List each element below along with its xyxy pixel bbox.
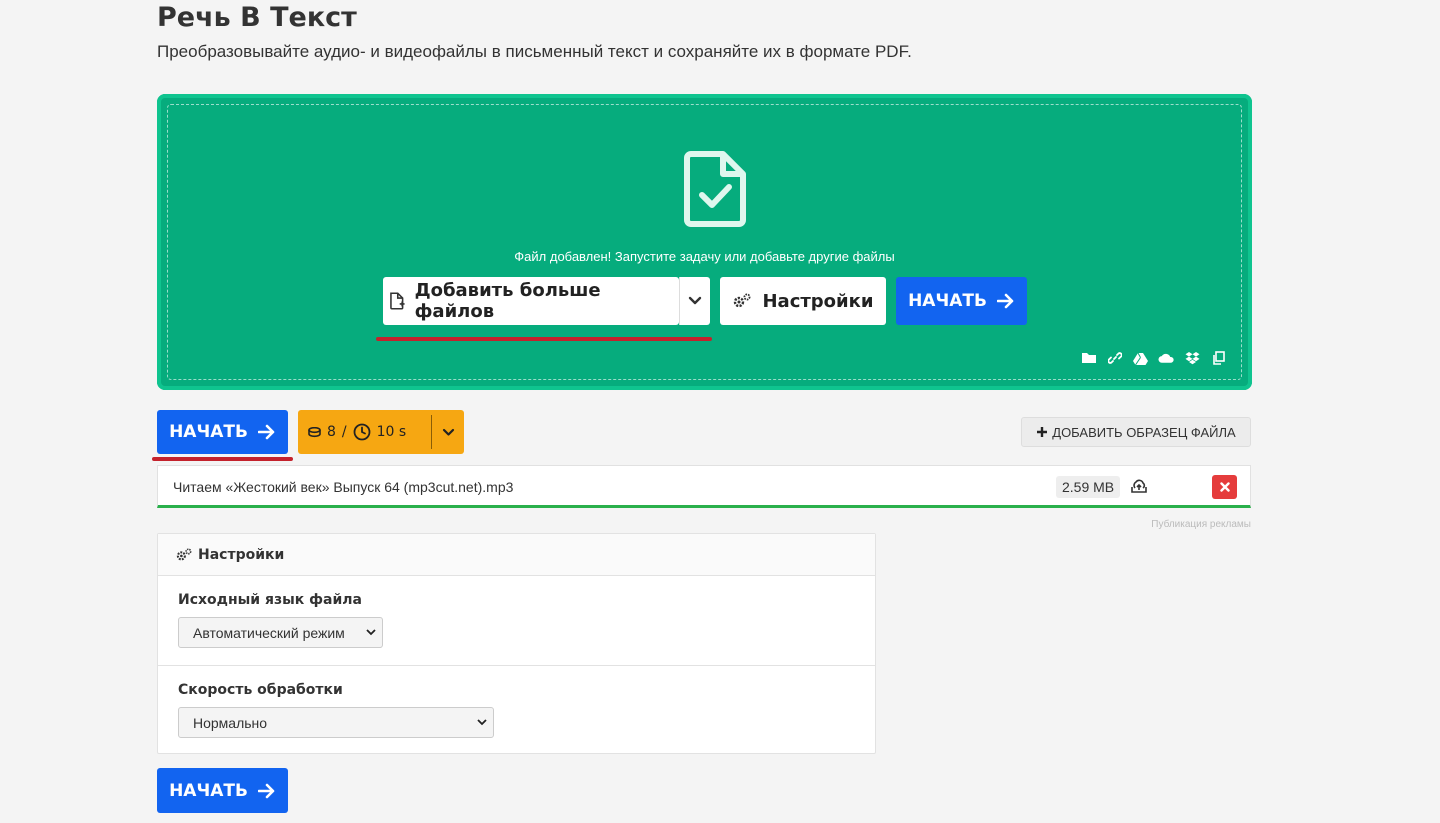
clipboard-icon[interactable] (1210, 351, 1227, 365)
start-button-main[interactable]: НАЧАТЬ (157, 410, 288, 454)
plus-icon (1037, 427, 1048, 437)
gears-icon (176, 547, 192, 560)
settings-panel: Настройки Исходный язык файла Автоматиче… (157, 533, 876, 754)
add-sample-file-button[interactable]: ДОБАВИТЬ ОБРАЗЕЦ ФАЙЛА (1021, 417, 1251, 447)
language-select[interactable]: Автоматический режим (178, 617, 383, 648)
start-button-label: НАЧАТЬ (169, 422, 248, 442)
chevron-down-icon (366, 629, 376, 636)
settings-button-label: Настройки (762, 290, 874, 312)
settings-panel-title: Настройки (198, 546, 285, 563)
page-title: Речь В Текст (157, 2, 357, 33)
dropzone-border: Файл добавлен! Запустите задачу или доба… (167, 104, 1242, 380)
arrow-right-icon (257, 424, 275, 440)
start-button-label: НАЧАТЬ (908, 291, 987, 311)
credits-info: 8 / 10 s (298, 423, 431, 441)
add-sample-label: ДОБАВИТЬ ОБРАЗЕЦ ФАЙЛА (1052, 424, 1236, 440)
chevron-down-icon (477, 719, 487, 726)
settings-button[interactable]: Настройки (720, 277, 886, 325)
file-name: Читаем «Жестокий век» Выпуск 64 (mp3cut.… (173, 479, 514, 495)
chevron-down-icon (442, 428, 454, 436)
arrow-right-icon (257, 783, 275, 798)
file-size-badge: 2.59 MB (1056, 476, 1121, 498)
start-button-dropzone[interactable]: НАЧАТЬ (896, 277, 1027, 325)
cloud-upload-icon[interactable] (1130, 478, 1148, 494)
add-more-highlight (376, 337, 712, 341)
dropzone-status: Файл добавлен! Запустите задачу или доба… (514, 249, 895, 264)
close-icon (1219, 482, 1230, 492)
settings-panel-header: Настройки (158, 534, 875, 576)
coins-icon (308, 426, 321, 437)
language-label: Исходный язык файла (178, 592, 362, 608)
page-subtitle: Преобразовывайте аудио- и видеофайлы в п… (157, 42, 912, 61)
start-button-label: НАЧАТЬ (169, 780, 248, 801)
time-value: 10 s (376, 424, 407, 440)
speed-select[interactable]: Нормально (178, 707, 494, 738)
credits-dropdown[interactable] (432, 428, 464, 437)
google-drive-icon[interactable] (1132, 351, 1149, 365)
speed-setting: Скорость обработки Нормально (158, 665, 875, 754)
add-more-files-button[interactable]: Добавить больше файлов (383, 277, 679, 325)
credits-value: 8 (327, 424, 336, 440)
ad-notice-link[interactable]: Публикация рекламы (1151, 519, 1251, 530)
file-dropzone[interactable]: Файл добавлен! Запустите задачу или доба… (157, 94, 1252, 390)
clock-icon (353, 423, 371, 441)
start-button-bottom[interactable]: НАЧАТЬ (157, 768, 288, 813)
credits-button[interactable]: 8 / 10 s (298, 410, 464, 454)
folder-icon[interactable] (1080, 351, 1097, 365)
speed-select-value: Нормально (193, 714, 268, 731)
arrow-right-icon (996, 293, 1014, 309)
link-icon[interactable] (1106, 351, 1123, 365)
add-more-dropdown-button[interactable] (679, 277, 710, 325)
remove-file-button[interactable] (1212, 475, 1237, 499)
language-setting: Исходный язык файла Автоматический режим (158, 576, 875, 665)
upload-sources (1080, 351, 1227, 365)
dropbox-icon[interactable] (1184, 351, 1201, 365)
start-main-highlight (152, 457, 293, 461)
file-check-icon (684, 151, 746, 227)
language-select-value: Автоматический режим (193, 624, 345, 641)
speed-label: Скорость обработки (178, 682, 343, 698)
credits-separator: / (341, 424, 347, 440)
file-add-icon (390, 292, 405, 310)
onedrive-icon[interactable] (1158, 351, 1175, 365)
add-more-files-label: Добавить больше файлов (414, 280, 601, 322)
chevron-down-icon (688, 296, 702, 305)
gears-icon (734, 293, 751, 308)
file-row: Читаем «Жестокий век» Выпуск 64 (mp3cut.… (157, 465, 1251, 508)
